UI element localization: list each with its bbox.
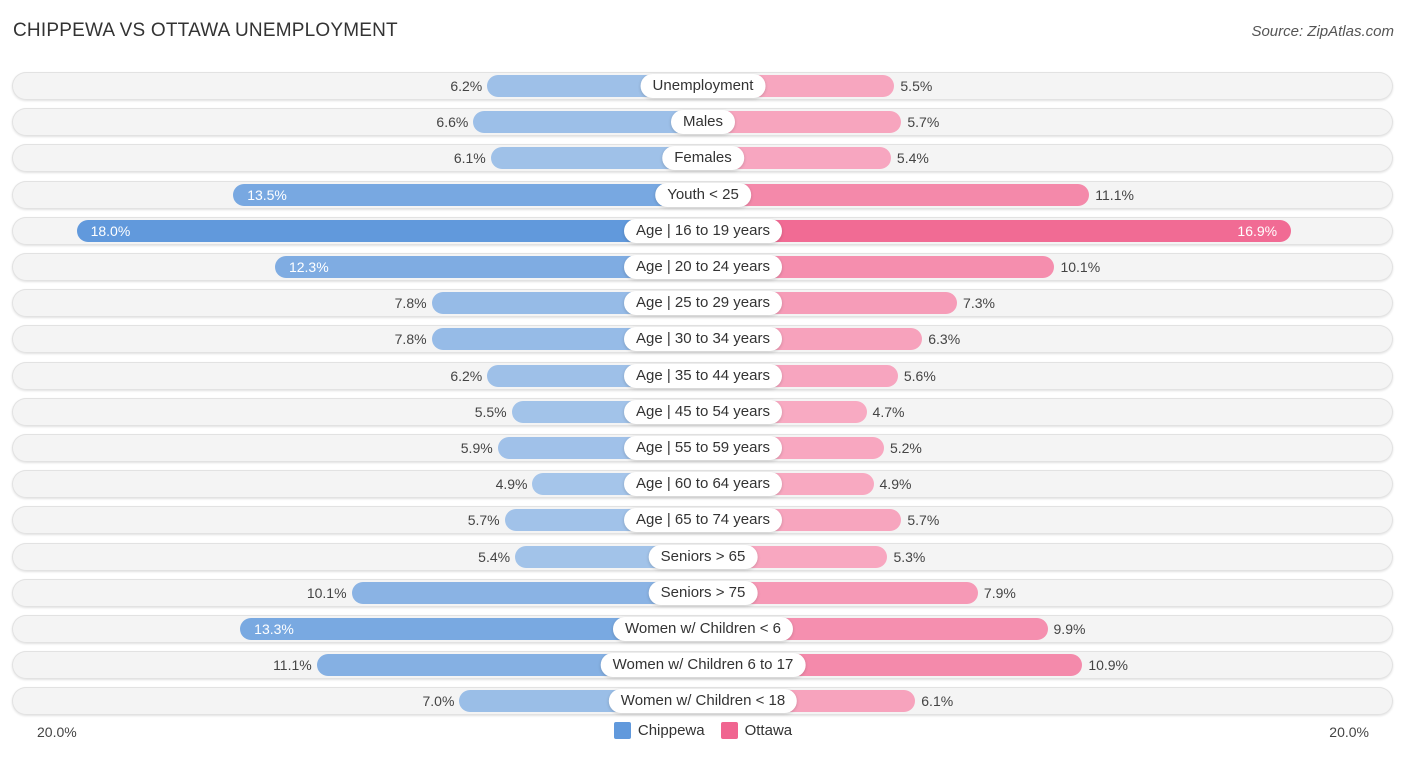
category-label: Women w/ Children 6 to 17 (600, 653, 806, 678)
ottawa-value-label: 5.7% (907, 512, 940, 529)
ottawa-value-label: 5.4% (896, 150, 929, 167)
legend: Chippewa Ottawa (0, 722, 1406, 739)
category-label: Women w/ Children < 18 (608, 689, 798, 714)
category-label: Age | 16 to 19 years (624, 218, 782, 243)
chippewa-value-label: 13.5% (247, 186, 287, 203)
legend-swatch-ottawa (720, 722, 738, 739)
category-label: Age | 45 to 54 years (624, 399, 782, 424)
category-label: Seniors > 65 (648, 544, 758, 569)
chippewa-value-label: 6.1% (453, 150, 486, 167)
ottawa-value-label: 5.2% (889, 440, 922, 456)
category-label: Youth < 25 (655, 182, 751, 207)
ottawa-value-label: 5.6% (903, 367, 936, 384)
category-label: Age | 30 to 34 years (624, 327, 782, 352)
legend-item-ottawa[interactable]: Ottawa (720, 722, 793, 739)
diverging-bar-chart: 6.2% 5.5% Unemployment 6.6% 5.7% Males 6.1% 5.4… (0, 0, 1406, 757)
category-label: Males (670, 110, 736, 135)
chippewa-bar[interactable] (473, 111, 703, 134)
legend-label-chippewa: Chippewa (637, 722, 705, 739)
legend-label-ottawa: Ottawa (744, 722, 793, 739)
category-label: Age | 20 to 24 years (624, 255, 782, 279)
category-label: Age | 55 to 59 years (624, 436, 782, 460)
category-label: Females (662, 146, 744, 171)
chippewa-value-label: 10.1% (306, 584, 347, 601)
ottawa-value-label: 7.3% (963, 295, 995, 312)
chippewa-value-label: 7.8% (394, 331, 427, 348)
chippewa-value-label: 6.6% (436, 114, 469, 131)
ottawa-value-label: 7.9% (983, 584, 1016, 601)
ottawa-value-label: 16.9% (1237, 222, 1278, 239)
chippewa-value-label: 11.1% (273, 657, 312, 674)
chippewa-value-label: 5.5% (474, 403, 507, 420)
chippewa-value-label: 18.0% (90, 222, 131, 239)
category-label: Women w/ Children < 6 (612, 617, 794, 641)
chippewa-value-label: 4.9% (495, 476, 528, 493)
category-label: Seniors > 75 (648, 580, 758, 605)
ottawa-value-label: 5.7% (907, 114, 940, 131)
ottawa-value-label: 4.7% (872, 403, 905, 420)
category-label: Age | 25 to 29 years (624, 291, 782, 316)
ottawa-value-label: 5.3% (893, 548, 926, 565)
chippewa-value-label: 5.4% (478, 548, 511, 565)
ottawa-value-label: 6.1% (921, 693, 954, 710)
ottawa-value-label: 10.9% (1088, 657, 1129, 674)
chippewa-value-label: 6.2% (450, 367, 483, 384)
ottawa-bar[interactable] (703, 183, 1090, 206)
chippewa-value-label: 7.8% (394, 295, 427, 312)
chippewa-bar[interactable] (233, 183, 703, 206)
chippewa-value-label: 7.0% (422, 693, 455, 710)
chippewa-value-label: 6.2% (450, 78, 483, 94)
category-label: Age | 60 to 64 years (624, 472, 782, 497)
ottawa-bar[interactable] (703, 219, 1292, 242)
legend-item-chippewa[interactable]: Chippewa (613, 722, 705, 739)
ottawa-value-label: 6.3% (928, 331, 961, 348)
ottawa-value-label: 9.9% (1053, 621, 1086, 637)
chippewa-bar[interactable] (76, 219, 703, 242)
ottawa-value-label: 4.9% (879, 476, 912, 493)
ottawa-value-label: 5.5% (900, 78, 933, 94)
chippewa-value-label: 5.7% (467, 512, 500, 529)
chippewa-value-label: 5.9% (460, 440, 493, 456)
ottawa-value-label: 11.1% (1095, 186, 1134, 203)
ottawa-value-label: 10.1% (1060, 259, 1101, 275)
legend-swatch-chippewa (613, 722, 631, 739)
category-label: Age | 35 to 44 years (624, 363, 782, 388)
chippewa-value-label: 13.3% (254, 621, 294, 637)
category-label: Age | 65 to 74 years (624, 508, 782, 533)
category-label: Unemployment (640, 74, 766, 98)
chippewa-value-label: 12.3% (288, 259, 329, 275)
